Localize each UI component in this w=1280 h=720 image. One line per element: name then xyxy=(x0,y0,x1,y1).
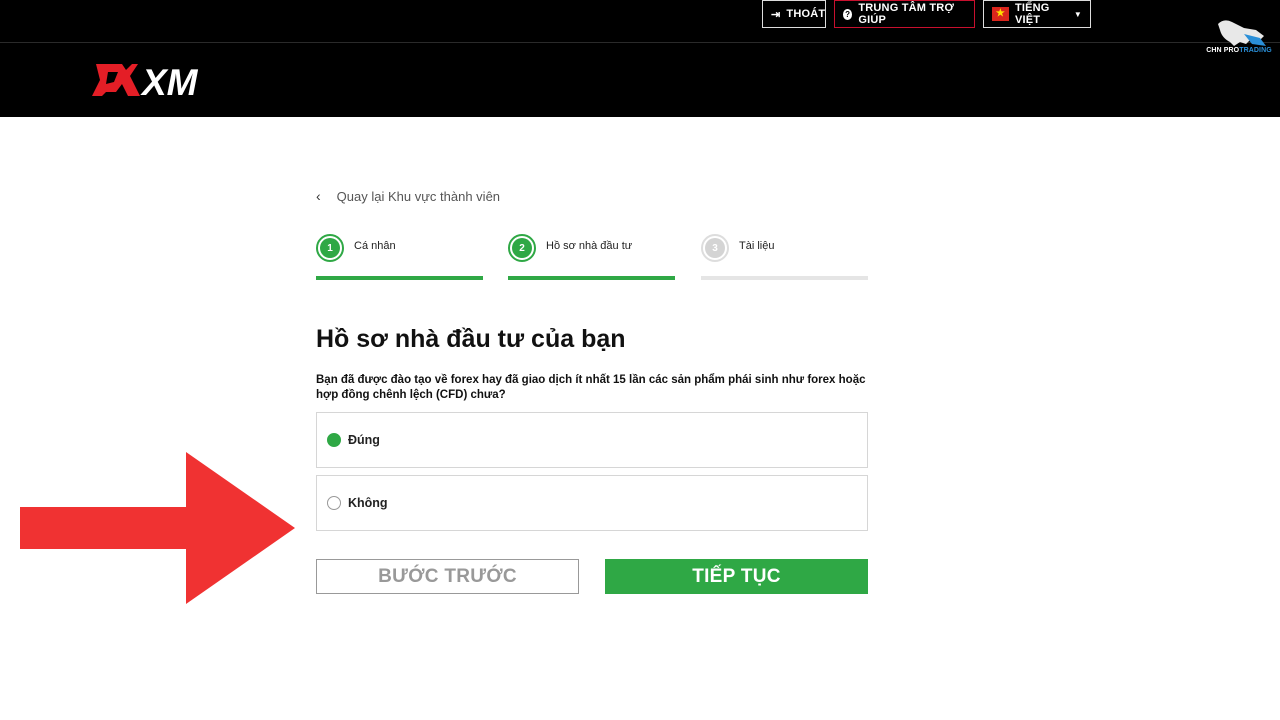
back-link-label: Quay lại Khu vực thành viên xyxy=(336,188,501,204)
question-icon: ? xyxy=(843,8,853,20)
step-number-badge: 2 xyxy=(508,234,536,262)
chevron-down-icon: ▼ xyxy=(1073,9,1082,19)
site-header: ⇥ THOÁT ? TRUNG TÂM TRỢ GIÚP ★ TIẾNG VIỆ… xyxy=(0,0,1280,117)
logout-icon: ⇥ xyxy=(771,8,781,21)
back-to-member-area-link[interactable]: ‹ Quay lại Khu vực thành viên xyxy=(316,188,500,204)
step-label: Hồ sơ nhà đầu tư xyxy=(546,240,633,252)
step-progress-bar xyxy=(701,276,868,280)
red-arrow-icon xyxy=(20,452,295,604)
vietnam-flag-icon: ★ xyxy=(992,7,1009,21)
radio-button[interactable] xyxy=(327,433,341,447)
language-selector[interactable]: ★ TIẾNG VIỆT ▼ xyxy=(983,0,1091,28)
step-investor-profile: 2 Hồ sơ nhà đầu tư xyxy=(508,234,675,282)
header-divider xyxy=(0,42,1280,43)
step-label: Tài liệu xyxy=(739,240,775,252)
step-documents: 3 Tài liệu xyxy=(701,234,868,282)
question-text: Bạn đã được đào tạo về forex hay đã giao… xyxy=(316,374,866,401)
help-center-button[interactable]: ? TRUNG TÂM TRỢ GIÚP xyxy=(834,0,975,28)
option-label: Không xyxy=(348,496,388,510)
previous-step-button[interactable]: BƯỚC TRƯỚC xyxy=(316,559,579,594)
step-personal: 1 Cá nhân xyxy=(316,234,483,282)
option-label: Đúng xyxy=(348,433,380,447)
language-label: TIẾNG VIỆT xyxy=(1014,2,1050,26)
page-title: Hồ sơ nhà đầu tư của bạn xyxy=(316,325,626,353)
step-number-badge: 1 xyxy=(316,234,344,262)
radio-button[interactable] xyxy=(327,496,341,510)
xm-logo[interactable]: XM xyxy=(92,62,222,98)
step-label: Cá nhân xyxy=(354,240,396,252)
help-center-label: TRUNG TÂM TRỢ GIÚP xyxy=(858,2,955,26)
step-progress-bar xyxy=(508,276,675,280)
option-yes[interactable]: Đúng xyxy=(316,412,868,468)
option-no[interactable]: Không xyxy=(316,475,868,531)
chevron-left-icon: ‹ xyxy=(316,188,321,204)
logout-label: THOÁT xyxy=(786,8,826,20)
logout-button[interactable]: ⇥ THOÁT xyxy=(762,0,826,28)
watermark-text: CHN PROTRADING xyxy=(1206,47,1272,54)
continue-button[interactable]: TIẾP TỤC xyxy=(605,559,868,594)
step-number-badge: 3 xyxy=(701,234,729,262)
logo-text: XM xyxy=(140,62,199,98)
step-progress-bar xyxy=(316,276,483,280)
